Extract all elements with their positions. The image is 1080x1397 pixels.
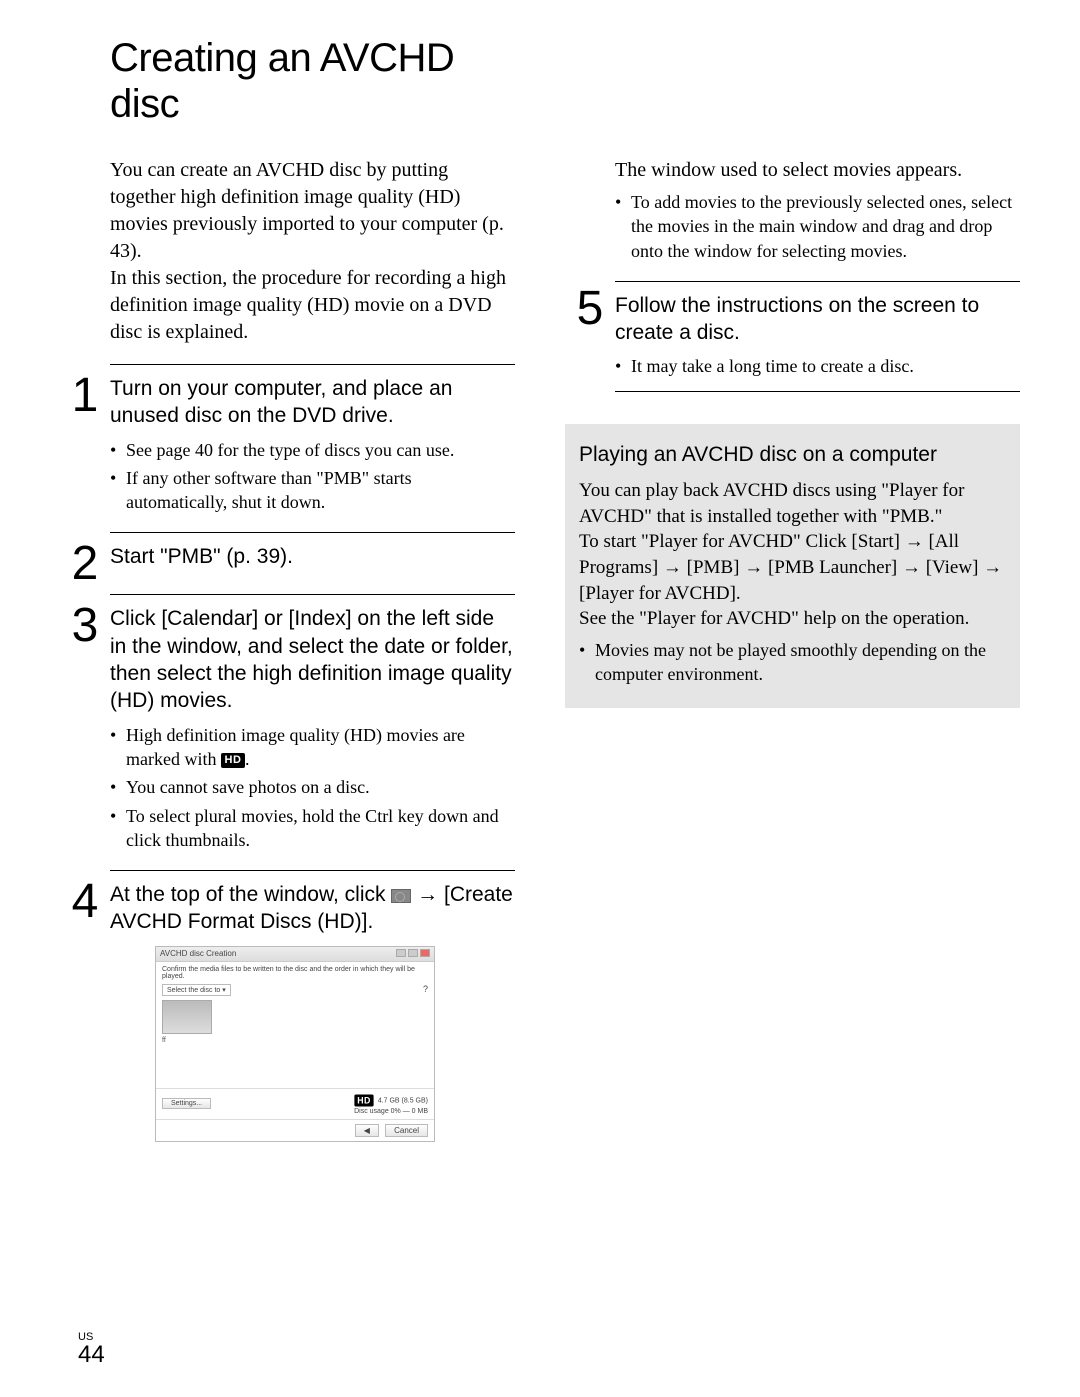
disc-select-dropdown[interactable]: Select the disc to ▾ bbox=[162, 984, 231, 996]
window-controls bbox=[394, 949, 430, 959]
intro-text: You can create an AVCHD disc by putting … bbox=[110, 157, 515, 346]
previous-button[interactable]: ◀ bbox=[355, 1124, 379, 1137]
dialog-window-title: AVCHD disc Creation bbox=[160, 949, 236, 959]
step-1-title: Turn on your computer, and place an unus… bbox=[110, 375, 515, 430]
step-1-bullet-1: See page 40 for the type of discs you ca… bbox=[110, 438, 515, 462]
cancel-button[interactable]: Cancel bbox=[385, 1124, 428, 1137]
step-2-title: Start "PMB" (p. 39). bbox=[110, 543, 515, 570]
settings-button[interactable]: Settings... bbox=[162, 1098, 211, 1109]
page-number: 44 bbox=[78, 1341, 105, 1368]
page-footer: US 44 bbox=[78, 1332, 105, 1367]
step-3-bullet-1: High definition image quality (HD) movie… bbox=[110, 723, 515, 772]
info-box-playing-avchd: Playing an AVCHD disc on a computer You … bbox=[565, 424, 1020, 709]
step-1: 1 Turn on your computer, and place an un… bbox=[60, 364, 515, 518]
step-4: 4 At the top of the window, click → [Cre… bbox=[60, 870, 515, 1142]
disc-create-icon bbox=[391, 889, 411, 903]
two-column-layout: You can create an AVCHD disc by putting … bbox=[60, 157, 1020, 1142]
step-4-result-text: The window used to select movies appears… bbox=[615, 157, 1020, 184]
step-5-title: Follow the instructions on the screen to… bbox=[615, 292, 1020, 347]
left-column: You can create an AVCHD disc by putting … bbox=[60, 157, 515, 1142]
dialog-description: Confirm the media files to be written to… bbox=[162, 966, 428, 980]
step-5-bullet-1: It may take a long time to create a disc… bbox=[615, 354, 1020, 378]
intro-paragraph-1: You can create an AVCHD disc by putting … bbox=[110, 157, 515, 265]
thumbnail-label: ff bbox=[162, 1037, 428, 1044]
info-box-body: You can play back AVCHD discs using "Pla… bbox=[579, 478, 1006, 632]
step-3-bullet-3: To select plural movies, hold the Ctrl k… bbox=[110, 804, 515, 853]
hd-badge-icon: HD bbox=[221, 753, 245, 768]
step-number-4: 4 bbox=[60, 878, 110, 926]
info-box-title: Playing an AVCHD disc on a computer bbox=[579, 442, 1006, 468]
step-4-title: At the top of the window, click → [Creat… bbox=[110, 881, 515, 936]
movie-thumbnail[interactable] bbox=[162, 1000, 212, 1034]
step-number-3: 3 bbox=[60, 602, 110, 650]
step-number-2: 2 bbox=[60, 540, 110, 588]
right-column: The window used to select movies appears… bbox=[565, 157, 1020, 1142]
hd-icon: HD bbox=[354, 1094, 373, 1106]
page-title: Creating an AVCHD disc bbox=[110, 35, 530, 127]
intro-paragraph-2: In this section, the procedure for recor… bbox=[110, 265, 515, 346]
step-3: 3 Click [Calendar] or [Index] on the lef… bbox=[60, 594, 515, 856]
step-number-5: 5 bbox=[565, 285, 615, 333]
dialog-screenshot: AVCHD disc Creation Confirm the media fi… bbox=[155, 946, 435, 1142]
info-box-bullet-1: Movies may not be played smoothly depend… bbox=[579, 638, 1006, 687]
step-4-bullet-1: To add movies to the previously selected… bbox=[615, 190, 1020, 263]
step-5: 5 Follow the instructions on the screen … bbox=[565, 281, 1020, 383]
step-number-1: 1 bbox=[60, 372, 110, 420]
disc-size-info: 4.7 GB (8.5 GB) bbox=[378, 1097, 428, 1104]
step-2: 2 Start "PMB" (p. 39). bbox=[60, 532, 515, 580]
dialog-help-icon[interactable]: ? bbox=[423, 984, 428, 994]
step-3-title: Click [Calendar] or [Index] on the left … bbox=[110, 605, 515, 714]
disc-usage-info: Disc usage 0% — 0 MB bbox=[354, 1108, 428, 1115]
step-3-bullet-2: You cannot save photos on a disc. bbox=[110, 775, 515, 799]
step-1-bullet-2: If any other software than "PMB" starts … bbox=[110, 466, 515, 515]
